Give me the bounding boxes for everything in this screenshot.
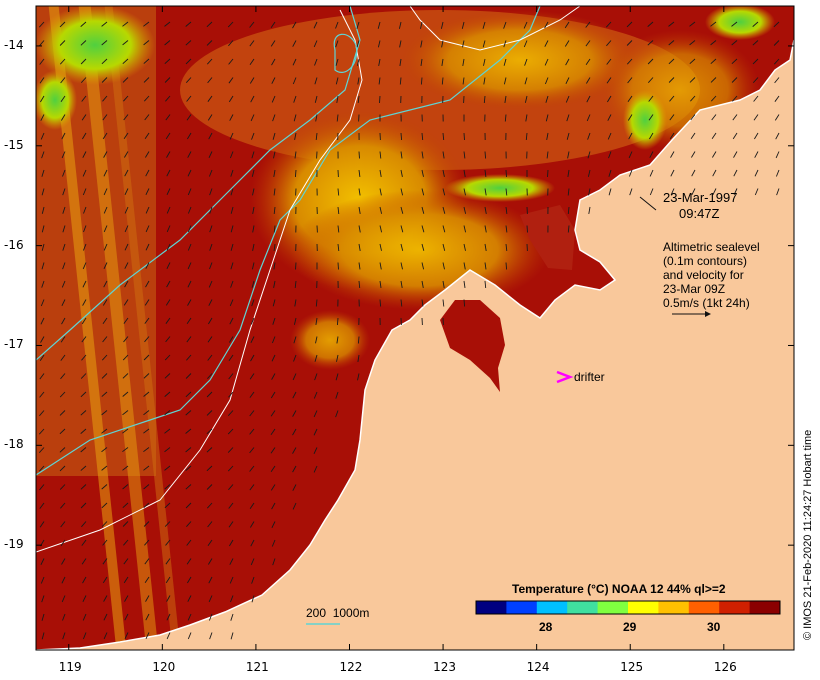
colorbar-swatch — [476, 601, 507, 614]
velocity-arrow — [295, 262, 297, 270]
velocity-arrow — [547, 169, 549, 178]
bathymetry-legend-label: 200 1000m — [306, 606, 370, 620]
colorbar-swatch — [658, 601, 690, 614]
lat-tick-label: -17 — [4, 337, 24, 352]
colorbar-swatch — [628, 601, 659, 614]
map-canvas — [35, 5, 795, 651]
velocity-arrow — [463, 132, 465, 141]
altimetry-line: 0.5m/s (1kt 24h) — [663, 296, 750, 310]
velocity-arrow — [463, 299, 466, 307]
copyright-notice: © IMOS 21-Feb-2020 11:24:27 Hobart time — [802, 429, 814, 640]
lat-tick-label: -14 — [4, 37, 24, 52]
lon-tick-label: 123 — [433, 660, 456, 674]
colorbar-swatch — [719, 601, 751, 614]
lat-tick-label: -16 — [4, 237, 24, 252]
velocity-arrow — [379, 299, 382, 307]
velocity-arrow — [336, 317, 339, 326]
colorbar-swatch — [567, 601, 599, 614]
lat-tick-label: -15 — [4, 137, 24, 152]
lon-tick-label: 121 — [245, 660, 269, 674]
cool-patch — [445, 174, 555, 202]
colorbar-tick: 30 — [707, 620, 721, 634]
colorbar-swatch — [688, 601, 720, 614]
cool-patch — [36, 70, 77, 130]
date-label: 23-Mar-1997 — [663, 190, 738, 205]
velocity-arrow — [526, 225, 528, 233]
velocity-arrow — [379, 95, 381, 104]
velocity-arrow — [337, 262, 339, 270]
colorbar — [475, 600, 781, 615]
velocity-arrow — [357, 336, 360, 344]
colorbar-title: Temperature (°C) NOAA 12 44% ql>=2 — [512, 582, 726, 596]
velocity-arrow — [420, 77, 423, 85]
altimetry-line: Altimetric sealevel — [663, 240, 760, 254]
colorbar-swatch — [597, 601, 629, 614]
altimetry-line: 23-Mar 09Z — [663, 282, 726, 296]
warm-patch — [290, 190, 550, 310]
lon-tick-label: 125 — [620, 660, 644, 674]
lon-tick-label: 122 — [339, 660, 363, 674]
colorbar-swatch — [536, 601, 568, 614]
velocity-arrow — [358, 151, 360, 159]
colorbar-tick: 29 — [623, 620, 637, 634]
colorbar-tick: 28 — [539, 620, 553, 634]
time-label: 09:47Z — [679, 206, 720, 221]
velocity-arrow — [505, 262, 508, 270]
lon-tick-label: 124 — [526, 660, 550, 674]
lon-tick-label: 119 — [58, 660, 82, 674]
drifter-label: drifter — [574, 370, 605, 384]
velocity-arrow — [484, 151, 487, 159]
lon-tick-label: 120 — [152, 660, 176, 674]
velocity-arrow — [400, 132, 403, 141]
sst-map-figure: 119 120 121 122 123 124 125 126 -14 -15 -16 -17 -18… — [0, 0, 820, 680]
lat-tick-label: -18 — [4, 437, 24, 452]
lat-tick-label: -19 — [4, 537, 24, 552]
colorbar-swatch — [506, 601, 538, 614]
altimetry-line: and velocity for — [663, 268, 744, 282]
altimetry-note: Altimetric sealevel (0.1m contours) and … — [663, 240, 760, 310]
colorbar-swatch — [749, 601, 781, 614]
velocity-arrow — [505, 169, 507, 178]
lon-tick-label: 126 — [713, 660, 737, 674]
altimetry-line: (0.1m contours) — [663, 254, 748, 268]
velocity-arrow — [294, 169, 297, 178]
